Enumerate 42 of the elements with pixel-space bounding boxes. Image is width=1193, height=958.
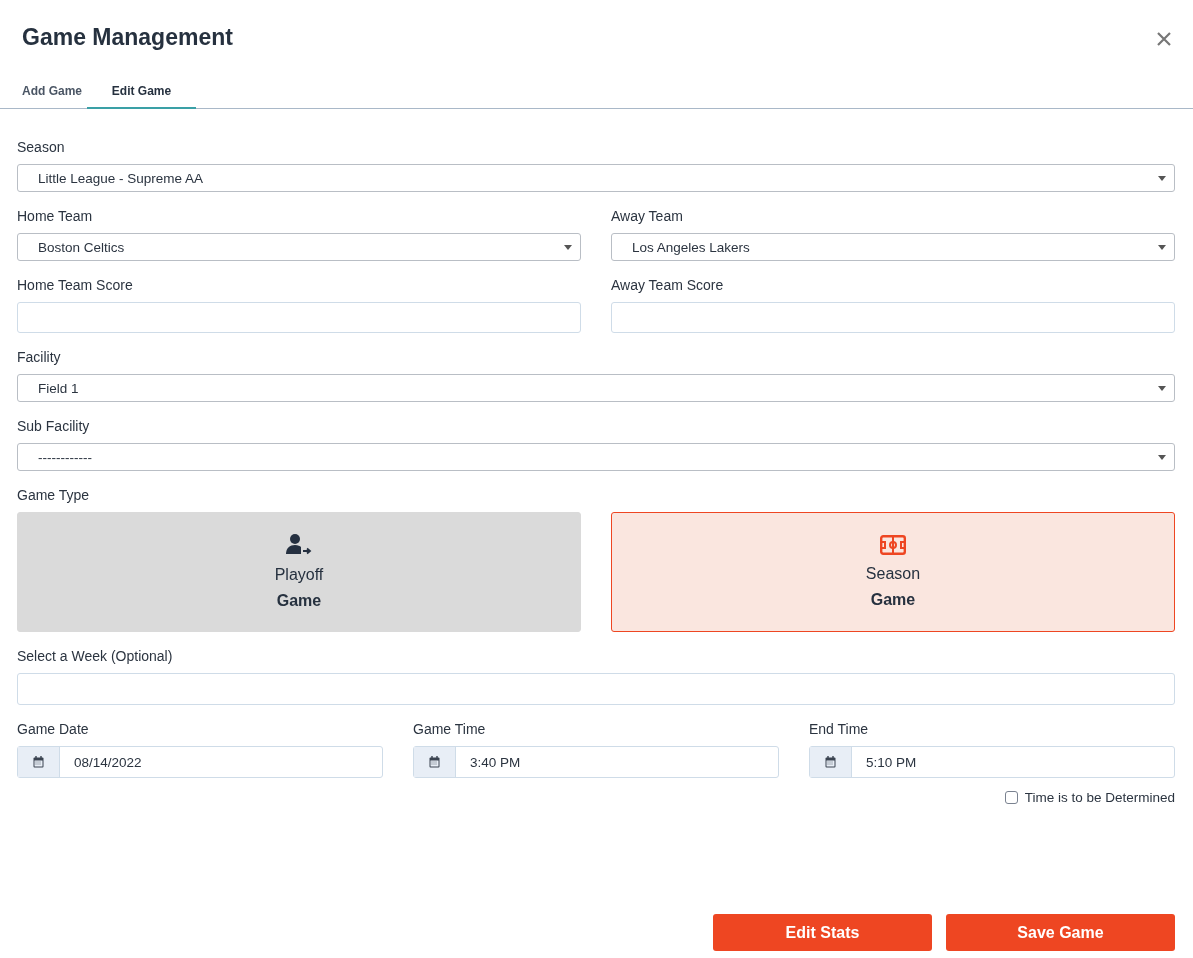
field-label: Home Team Score [17, 277, 134, 293]
person-arrow-icon [286, 533, 312, 556]
dropdown-field[interactable]: Little League - Supreme AA [17, 164, 1175, 192]
calendar-icon [825, 756, 836, 768]
field-label: Season [17, 139, 66, 155]
field-label: Game Time [413, 721, 487, 737]
field-label: Away Team [611, 208, 684, 224]
field-label: End Time [809, 721, 870, 737]
field-label: Select a Week (Optional) [17, 648, 174, 664]
calendar-icon [33, 756, 44, 768]
date-time-field[interactable]: 3:40 PM [413, 746, 779, 778]
field-label: Game Date [17, 721, 90, 737]
dialog-title: Game Management [22, 23, 233, 51]
field-label: Home Team [17, 208, 94, 224]
input-field[interactable] [611, 302, 1175, 333]
close-icon[interactable] [1157, 32, 1171, 46]
input-field[interactable] [17, 302, 581, 333]
field-icon [880, 534, 906, 555]
field-label: Facility [17, 349, 62, 365]
caret-icon [1158, 244, 1166, 250]
caret-icon [1158, 175, 1166, 181]
input-field[interactable] [17, 673, 1175, 705]
game-type-option[interactable]: Season Game [611, 512, 1175, 632]
caret-icon [564, 244, 572, 250]
date-time-field[interactable]: 08/14/2022 [17, 746, 383, 778]
caret-icon [1158, 385, 1166, 391]
date-time-field[interactable]: 5:10 PM [809, 746, 1175, 778]
dropdown-field[interactable]: ------------ [17, 443, 1175, 471]
action-button[interactable]: Edit Stats [713, 914, 932, 951]
game-type-option[interactable]: Playoff Game [17, 512, 581, 632]
tab[interactable]: Add Game [0, 78, 87, 109]
caret-icon [1158, 454, 1166, 460]
dropdown-field[interactable]: Field 1 [17, 374, 1175, 402]
action-button[interactable]: Save Game [946, 914, 1175, 951]
field-label: Sub Facility [17, 418, 91, 434]
calendar-icon [429, 756, 440, 768]
dropdown-field[interactable]: Los Angeles Lakers [611, 233, 1175, 261]
field-label: Away Team Score [611, 277, 725, 293]
field-label: Game Type [17, 487, 91, 503]
tab[interactable]: Edit Game [87, 78, 196, 109]
tbd-checkbox[interactable]: Time is to be Determined [1004, 790, 1175, 805]
dropdown-field[interactable]: Boston Celtics [17, 233, 581, 261]
